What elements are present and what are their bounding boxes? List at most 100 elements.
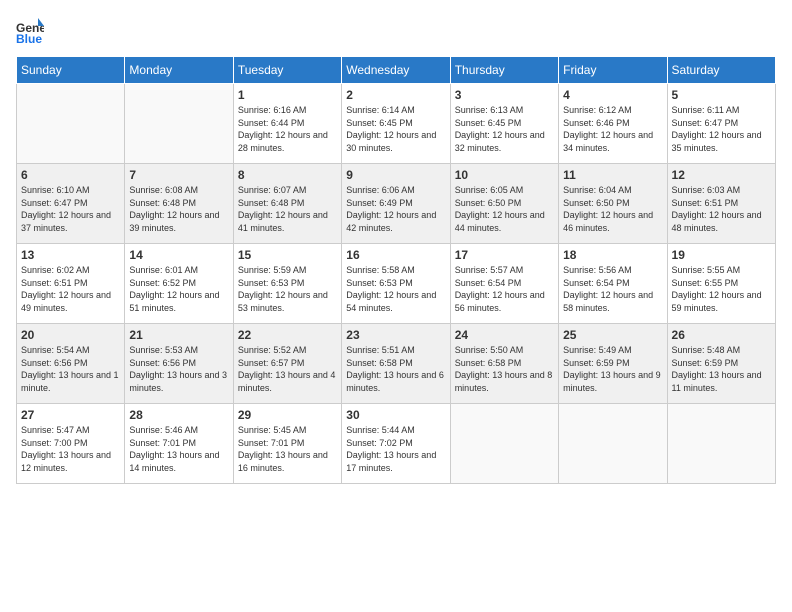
logo-icon: General Blue: [16, 16, 44, 44]
day-number: 4: [563, 88, 662, 102]
calendar-cell: 7 Sunrise: 6:08 AMSunset: 6:48 PMDaylight…: [125, 164, 233, 244]
day-number: 22: [238, 328, 337, 342]
day-info: Sunrise: 6:10 AMSunset: 6:47 PMDaylight:…: [21, 184, 120, 234]
day-number: 30: [346, 408, 445, 422]
calendar-week-4: 20Sunrise: 5:54 AMSunset: 6:56 PMDayligh…: [17, 324, 776, 404]
day-number: 11: [563, 168, 662, 182]
calendar: SundayMondayTuesdayWednesdayThursdayFrid…: [16, 56, 776, 484]
day-number: 26: [672, 328, 771, 342]
calendar-cell: 17 Sunrise: 5:57 AMSunset: 6:54 PMDayligh…: [450, 244, 558, 324]
day-info: Sunrise: 6:02 AMSunset: 6:51 PMDaylight:…: [21, 264, 120, 314]
calendar-cell: 28 Sunrise: 5:46 AMSunset: 7:01 PMDayligh…: [125, 404, 233, 484]
day-info: Sunrise: 6:13 AMSunset: 6:45 PMDaylight:…: [455, 104, 554, 154]
weekday-header-tuesday: Tuesday: [233, 57, 341, 84]
calendar-cell: 5 Sunrise: 6:11 AMSunset: 6:47 PMDaylight…: [667, 84, 775, 164]
day-number: 5: [672, 88, 771, 102]
day-number: 25: [563, 328, 662, 342]
day-number: 20: [21, 328, 120, 342]
day-number: 28: [129, 408, 228, 422]
day-info: Sunrise: 6:12 AMSunset: 6:46 PMDaylight:…: [563, 104, 662, 154]
day-number: 14: [129, 248, 228, 262]
day-info: Sunrise: 6:05 AMSunset: 6:50 PMDaylight:…: [455, 184, 554, 234]
weekday-header-friday: Friday: [559, 57, 667, 84]
day-info: Sunrise: 5:53 AMSunset: 6:56 PMDaylight:…: [129, 344, 228, 394]
calendar-cell: 15Sunrise: 5:59 AMSunset: 6:53 PMDayligh…: [233, 244, 341, 324]
day-info: Sunrise: 6:03 AMSunset: 6:51 PMDaylight:…: [672, 184, 771, 234]
calendar-cell: 8 Sunrise: 6:07 AMSunset: 6:48 PMDaylight…: [233, 164, 341, 244]
calendar-cell: 2Sunrise: 6:14 AMSunset: 6:45 PMDaylight…: [342, 84, 450, 164]
calendar-cell: 19Sunrise: 5:55 AMSunset: 6:55 PMDayligh…: [667, 244, 775, 324]
day-number: 8: [238, 168, 337, 182]
day-number: 3: [455, 88, 554, 102]
calendar-cell: 26 Sunrise: 5:48 AMSunset: 6:59 PMDayligh…: [667, 324, 775, 404]
weekday-header-thursday: Thursday: [450, 57, 558, 84]
calendar-cell: 22 Sunrise: 5:52 AMSunset: 6:57 PMDayligh…: [233, 324, 341, 404]
day-info: Sunrise: 6:07 AMSunset: 6:48 PMDaylight:…: [238, 184, 337, 234]
day-number: 18: [563, 248, 662, 262]
weekday-header-monday: Monday: [125, 57, 233, 84]
calendar-cell: 4 Sunrise: 6:12 AMSunset: 6:46 PMDaylight…: [559, 84, 667, 164]
calendar-cell: 13 Sunrise: 6:02 AMSunset: 6:51 PMDayligh…: [17, 244, 125, 324]
day-info: Sunrise: 5:47 AMSunset: 7:00 PMDaylight:…: [21, 424, 120, 474]
day-info: Sunrise: 6:08 AMSunset: 6:48 PMDaylight:…: [129, 184, 228, 234]
calendar-cell: 14 Sunrise: 6:01 AMSunset: 6:52 PMDayligh…: [125, 244, 233, 324]
calendar-cell: 6Sunrise: 6:10 AMSunset: 6:47 PMDaylight…: [17, 164, 125, 244]
weekday-header-row: SundayMondayTuesdayWednesdayThursdayFrid…: [17, 57, 776, 84]
day-number: 23: [346, 328, 445, 342]
calendar-cell: 27 Sunrise: 5:47 AMSunset: 7:00 PMDayligh…: [17, 404, 125, 484]
calendar-week-5: 27 Sunrise: 5:47 AMSunset: 7:00 PMDayligh…: [17, 404, 776, 484]
calendar-cell: 29Sunrise: 5:45 AMSunset: 7:01 PMDayligh…: [233, 404, 341, 484]
day-number: 27: [21, 408, 120, 422]
day-info: Sunrise: 6:04 AMSunset: 6:50 PMDaylight:…: [563, 184, 662, 234]
calendar-cell: [17, 84, 125, 164]
day-info: Sunrise: 6:16 AMSunset: 6:44 PMDaylight:…: [238, 104, 337, 154]
day-info: Sunrise: 5:56 AMSunset: 6:54 PMDaylight:…: [563, 264, 662, 314]
day-info: Sunrise: 5:48 AMSunset: 6:59 PMDaylight:…: [672, 344, 771, 394]
day-number: 2: [346, 88, 445, 102]
day-number: 13: [21, 248, 120, 262]
day-number: 17: [455, 248, 554, 262]
calendar-cell: [559, 404, 667, 484]
day-info: Sunrise: 6:06 AMSunset: 6:49 PMDaylight:…: [346, 184, 445, 234]
calendar-cell: 18 Sunrise: 5:56 AMSunset: 6:54 PMDayligh…: [559, 244, 667, 324]
day-number: 21: [129, 328, 228, 342]
calendar-week-1: 1 Sunrise: 6:16 AMSunset: 6:44 PMDaylight…: [17, 84, 776, 164]
day-info: Sunrise: 6:11 AMSunset: 6:47 PMDaylight:…: [672, 104, 771, 154]
day-number: 15: [238, 248, 337, 262]
calendar-cell: [125, 84, 233, 164]
weekday-header-wednesday: Wednesday: [342, 57, 450, 84]
calendar-cell: 24 Sunrise: 5:50 AMSunset: 6:58 PMDayligh…: [450, 324, 558, 404]
svg-text:Blue: Blue: [16, 32, 42, 44]
calendar-cell: [667, 404, 775, 484]
day-number: 10: [455, 168, 554, 182]
calendar-cell: [450, 404, 558, 484]
day-info: Sunrise: 5:57 AMSunset: 6:54 PMDaylight:…: [455, 264, 554, 314]
weekday-header-sunday: Sunday: [17, 57, 125, 84]
day-info: Sunrise: 5:45 AMSunset: 7:01 PMDaylight:…: [238, 424, 337, 474]
day-number: 19: [672, 248, 771, 262]
calendar-cell: 23 Sunrise: 5:51 AMSunset: 6:58 PMDayligh…: [342, 324, 450, 404]
calendar-cell: 12Sunrise: 6:03 AMSunset: 6:51 PMDayligh…: [667, 164, 775, 244]
day-number: 24: [455, 328, 554, 342]
calendar-week-3: 13 Sunrise: 6:02 AMSunset: 6:51 PMDayligh…: [17, 244, 776, 324]
day-number: 16: [346, 248, 445, 262]
day-info: Sunrise: 5:58 AMSunset: 6:53 PMDaylight:…: [346, 264, 445, 314]
day-number: 1: [238, 88, 337, 102]
day-info: Sunrise: 6:01 AMSunset: 6:52 PMDaylight:…: [129, 264, 228, 314]
logo: General Blue: [16, 16, 48, 44]
calendar-cell: 3 Sunrise: 6:13 AMSunset: 6:45 PMDaylight…: [450, 84, 558, 164]
calendar-cell: 1 Sunrise: 6:16 AMSunset: 6:44 PMDaylight…: [233, 84, 341, 164]
day-info: Sunrise: 5:52 AMSunset: 6:57 PMDaylight:…: [238, 344, 337, 394]
calendar-cell: 16 Sunrise: 5:58 AMSunset: 6:53 PMDayligh…: [342, 244, 450, 324]
day-info: Sunrise: 5:50 AMSunset: 6:58 PMDaylight:…: [455, 344, 554, 394]
calendar-cell: 30Sunrise: 5:44 AMSunset: 7:02 PMDayligh…: [342, 404, 450, 484]
calendar-cell: 21 Sunrise: 5:53 AMSunset: 6:56 PMDayligh…: [125, 324, 233, 404]
calendar-cell: 11 Sunrise: 6:04 AMSunset: 6:50 PMDayligh…: [559, 164, 667, 244]
calendar-cell: 20Sunrise: 5:54 AMSunset: 6:56 PMDayligh…: [17, 324, 125, 404]
day-info: Sunrise: 5:51 AMSunset: 6:58 PMDaylight:…: [346, 344, 445, 394]
calendar-cell: 9Sunrise: 6:06 AMSunset: 6:49 PMDaylight…: [342, 164, 450, 244]
calendar-cell: 10 Sunrise: 6:05 AMSunset: 6:50 PMDayligh…: [450, 164, 558, 244]
day-info: Sunrise: 5:46 AMSunset: 7:01 PMDaylight:…: [129, 424, 228, 474]
day-number: 7: [129, 168, 228, 182]
header: General Blue: [16, 16, 776, 44]
